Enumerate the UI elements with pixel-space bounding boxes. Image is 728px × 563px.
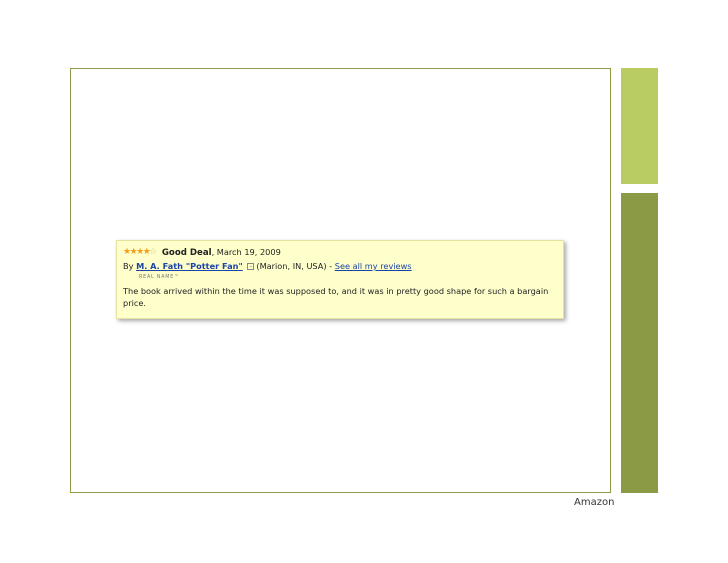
empty-star-icon: ☆ [149, 247, 157, 257]
decorative-bar-bottom [621, 193, 658, 493]
review-byline: By M. A. Fath "Potter Fan" – (Marion, IN,… [123, 260, 557, 273]
review-screenshot: ★★★★☆ Good Deal, March 19, 2009 By M. A. … [116, 240, 564, 319]
review-body: The book arrived within the time it was … [123, 286, 549, 308]
review-title: Good Deal [161, 248, 212, 258]
filled-stars-icon: ★★★★ [123, 247, 151, 257]
decorative-bar-top [621, 68, 658, 184]
review-header: ★★★★☆ Good Deal, March 19, 2009 [123, 246, 557, 259]
review-date: , March 19, 2009 [211, 247, 281, 257]
real-name-badge: REAL NAME™ [139, 275, 180, 280]
see-all-reviews-link[interactable]: See all my reviews [335, 261, 412, 271]
reviewer-location: (Marion, IN, USA) [256, 261, 327, 271]
by-label: By [123, 261, 137, 271]
star-rating-icon: ★★★★☆ [123, 247, 157, 257]
author-link[interactable]: M. A. Fath "Potter Fan" [136, 261, 243, 271]
caption: Amazon [574, 497, 615, 508]
expand-icon[interactable]: – [247, 263, 255, 270]
byline-separator: - [326, 261, 335, 271]
